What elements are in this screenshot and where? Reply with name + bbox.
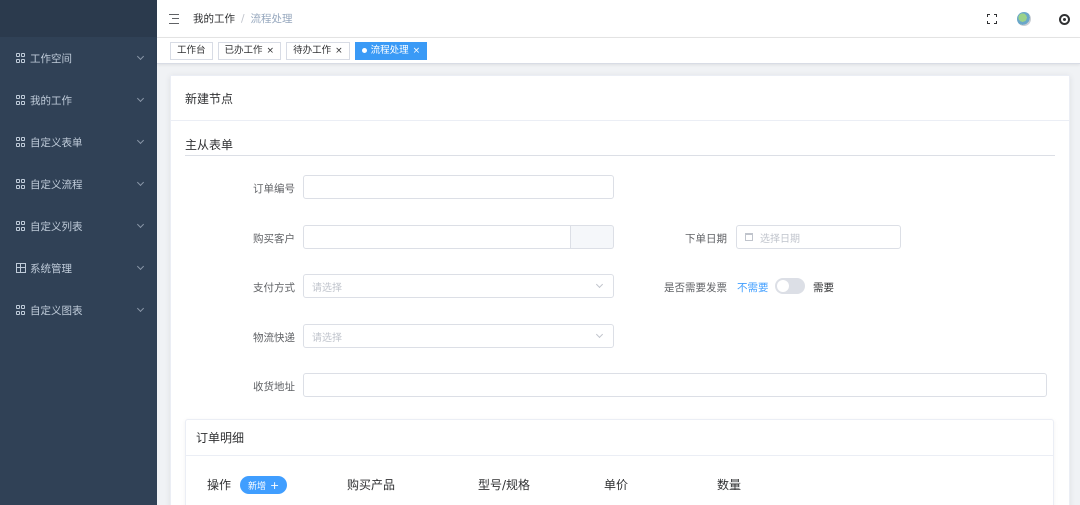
sidebar-item-workspace[interactable]: 工作空间 (0, 37, 157, 79)
sidebar-item-custom-list[interactable]: 自定义列表 (0, 205, 157, 247)
payment-placeholder: 请选择 (312, 282, 342, 294)
invoice-label: 是否需要发票 (664, 282, 727, 294)
grid-icon (16, 179, 26, 189)
order-detail-card: 订单明细 操作 新增 + 购买产品 型号/规格 单价 数量 (185, 419, 1054, 505)
tag-label: 流程处理 (370, 44, 409, 56)
navbar: 我的工作 / 流程处理 (157, 0, 1080, 38)
tags-view: 工作台 已办工作 × 待办工作 × 流程处理 × (157, 38, 1080, 64)
sidebar-menu: 工作空间 我的工作 自定义表单 自定义流程 自定义列表 系统管理 自定义图表 (0, 37, 157, 331)
chevron-down-icon (595, 330, 604, 339)
order-detail-title: 订单明细 (186, 420, 1053, 456)
sidebar-item-label: 工作空间 (30, 52, 72, 65)
sidebar-item-label: 自定义表单 (30, 136, 83, 149)
hamburger-icon[interactable] (169, 13, 181, 24)
grid-icon (16, 95, 26, 105)
plus-icon: + (270, 478, 280, 492)
grid-icon (16, 137, 26, 147)
add-row-button[interactable]: 新增 + (240, 476, 288, 494)
chevron-down-icon (595, 280, 604, 289)
calendar-icon (745, 233, 753, 241)
chevron-down-icon (136, 136, 145, 145)
payment-label: 支付方式 (253, 282, 295, 294)
main-card: 新建节点 主从表单 订单编号 购买客户 下单日期 选择日期 支付方式 请选择 是… (170, 75, 1070, 505)
tag-label: 待办工作 (293, 44, 332, 56)
breadcrumb-separator: / (241, 12, 245, 25)
column-header-quantity: 数量 (717, 478, 742, 492)
order-date-placeholder: 选择日期 (760, 233, 800, 245)
grid-icon (16, 221, 26, 231)
grid-icon (16, 53, 26, 63)
sidebar-item-custom-form[interactable]: 自定义表单 (0, 121, 157, 163)
order-date-picker[interactable]: 选择日期 (736, 225, 901, 249)
grid-icon (16, 305, 26, 315)
column-header-price: 单价 (604, 478, 629, 492)
close-icon[interactable]: × (335, 43, 343, 59)
column-header-product: 购买产品 (347, 478, 396, 492)
card-title: 新建节点 (171, 76, 1069, 121)
add-row-label: 新增 (248, 481, 267, 492)
active-dot-icon (361, 48, 367, 53)
gear-icon[interactable] (1059, 13, 1070, 25)
column-header-action: 操作 (207, 478, 232, 492)
tag-flow-process[interactable]: 流程处理 × (354, 41, 428, 60)
navbar-actions (987, 0, 1080, 38)
customer-label: 购买客户 (253, 233, 295, 245)
sidebar-item-label: 自定义列表 (30, 220, 83, 233)
order-no-input[interactable] (303, 175, 614, 199)
close-icon[interactable]: × (413, 43, 421, 59)
address-input[interactable] (303, 373, 1047, 397)
sidebar-logo (0, 0, 157, 37)
chevron-down-icon (136, 94, 145, 103)
chevron-down-icon (136, 304, 145, 313)
fullscreen-icon[interactable] (987, 14, 997, 24)
sidebar: 工作空间 我的工作 自定义表单 自定义流程 自定义列表 系统管理 自定义图表 (0, 0, 157, 505)
customer-input[interactable] (303, 225, 571, 249)
toggle-knob (777, 280, 789, 292)
tag-label: 已办工作 (224, 44, 263, 56)
sidebar-item-custom-flow[interactable]: 自定义流程 (0, 163, 157, 205)
section-divider (185, 155, 1055, 156)
tag-workbench[interactable]: 工作台 (170, 41, 213, 60)
column-header-spec: 型号/规格 (478, 478, 531, 492)
logistics-placeholder: 请选择 (312, 332, 342, 344)
invoice-on-label[interactable]: 需要 (813, 280, 834, 295)
section-title: 主从表单 (185, 138, 234, 152)
address-label: 收货地址 (253, 381, 295, 393)
breadcrumb-current: 流程处理 (250, 13, 293, 25)
sidebar-item-label: 系统管理 (30, 262, 72, 275)
invoice-toggle[interactable] (775, 278, 805, 294)
logistics-select[interactable]: 请选择 (303, 324, 614, 348)
tag-done-work[interactable]: 已办工作 × (217, 41, 282, 60)
tag-label: 工作台 (177, 44, 206, 56)
chevron-down-icon (136, 262, 145, 271)
table-icon (16, 263, 26, 273)
order-date-label: 下单日期 (685, 233, 727, 245)
chevron-down-icon (136, 178, 145, 187)
chevron-down-icon (136, 220, 145, 229)
payment-select[interactable]: 请选择 (303, 274, 614, 298)
sidebar-item-label: 自定义图表 (30, 304, 83, 317)
chevron-down-icon (136, 52, 145, 61)
sidebar-item-label: 我的工作 (30, 94, 72, 107)
customer-select-button[interactable] (571, 225, 614, 249)
sidebar-item-label: 自定义流程 (30, 178, 83, 191)
tag-todo-work[interactable]: 待办工作 × (286, 41, 350, 60)
sidebar-item-custom-chart[interactable]: 自定义图表 (0, 289, 157, 331)
logistics-label: 物流快递 (253, 332, 295, 344)
order-no-label: 订单编号 (253, 183, 295, 195)
sidebar-item-system[interactable]: 系统管理 (0, 247, 157, 289)
invoice-off-label[interactable]: 不需要 (737, 280, 769, 295)
avatar[interactable] (1017, 12, 1031, 26)
close-icon[interactable]: × (267, 43, 275, 59)
breadcrumb-item[interactable]: 我的工作 (193, 11, 235, 26)
sidebar-item-my-work[interactable]: 我的工作 (0, 79, 157, 121)
